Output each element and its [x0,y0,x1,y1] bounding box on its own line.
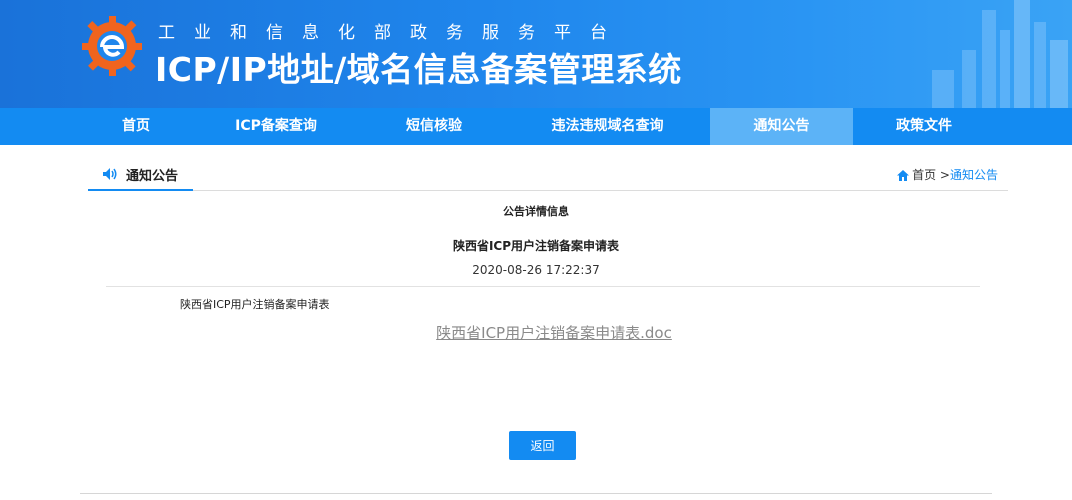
notice-title: 陕西省ICP用户注销备案申请表 [452,239,620,253]
breadcrumb-home[interactable]: 首页 [912,168,936,182]
content-divider [106,286,980,287]
back-button[interactable]: 返回 [509,431,576,460]
nav-item-policy-docs[interactable]: 政策文件 [862,108,986,145]
breadcrumb-separator: > [939,168,950,182]
breadcrumb: 首页 >通知公告 [897,166,998,183]
header-banner: 工业和信息化部政务服务平台 ICP/IP地址/域名信息备案管理系统 [0,0,1072,108]
section-header: 通知公告 首页 >通知公告 [88,158,1008,191]
footer-divider [80,493,992,494]
attachment-link[interactable]: 陕西省ICP用户注销备案申请表.doc [0,322,1072,343]
system-title: ICP/IP地址/域名信息备案管理系统 [155,50,682,89]
breadcrumb-current[interactable]: 通知公告 [950,168,998,182]
nav-item-illegal-domain-query[interactable]: 违法违规域名查询 [530,108,685,145]
nav-item-notices[interactable]: 通知公告 [710,108,853,145]
home-icon [897,170,910,181]
nav-item-sms-verify[interactable]: 短信核验 [370,108,498,145]
section-tab: 通知公告 [88,158,193,191]
section-title: 通知公告 [126,169,179,184]
notice-datetime: 2020-08-26 17:22:37 [472,263,600,277]
logo-gear-icon [82,16,142,76]
speaker-icon [103,168,117,180]
city-skyline-decoration [932,0,1068,108]
nav-item-icp-query[interactable]: ICP备案查询 [206,108,346,145]
nav-item-home[interactable]: 首页 [95,108,177,145]
org-title: 工业和信息化部政务服务平台 [158,23,626,43]
detail-heading: 公告详情信息 [503,205,569,218]
main-nav: 首页 ICP备案查询 短信核验 违法违规域名查询 通知公告 政策文件 [0,108,1072,145]
notice-body: 陕西省ICP用户注销备案申请表 [180,298,330,311]
